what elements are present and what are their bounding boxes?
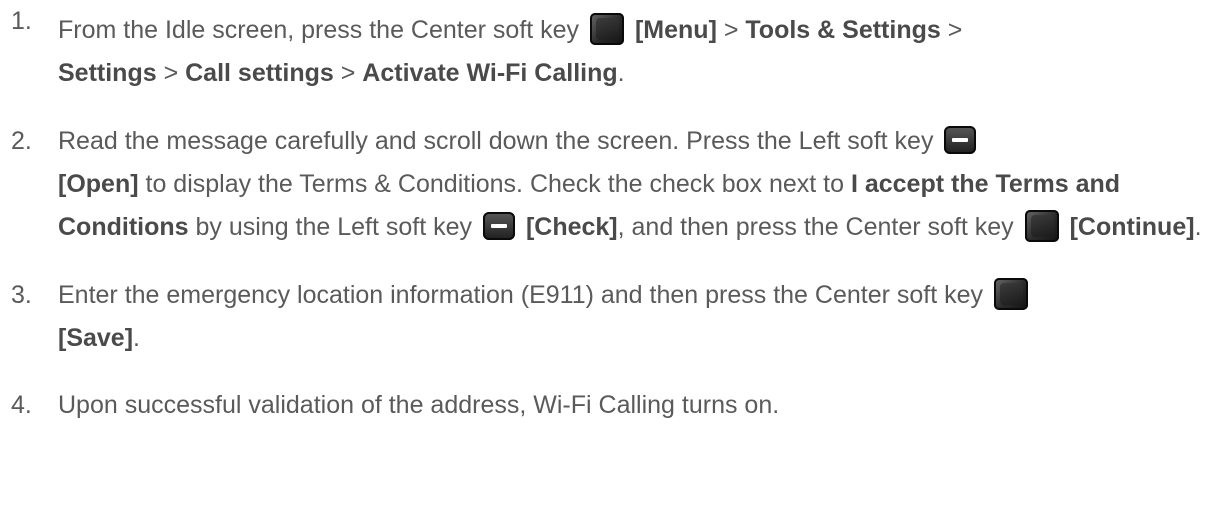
center-soft-key-icon [1024, 210, 1059, 242]
activate-wifi-calling-label: Activate Wi-Fi Calling [362, 59, 618, 87]
tools-settings-label: Tools & Settings [745, 16, 941, 44]
step-text: Upon successful validation of the addres… [58, 391, 780, 419]
period: . [133, 324, 140, 352]
check-key-label: [Check] [525, 213, 618, 241]
step-number: 3. [11, 281, 32, 309]
step-number: 1. [11, 7, 32, 35]
menu-key-label: [Menu] [634, 16, 717, 44]
step-number: 4. [11, 391, 32, 419]
step-text: by using the Left soft key [188, 213, 479, 241]
separator: > [940, 16, 963, 44]
center-soft-key-icon [993, 278, 1028, 310]
call-settings-label: Call settings [185, 59, 334, 87]
left-soft-key-icon [482, 212, 515, 240]
instruction-steps: 1. From the Idle screen, press the Cente… [0, 0, 1210, 427]
step-text: to display the Terms & Conditions. Check… [138, 170, 851, 198]
step-3: 3. Enter the emergency location informat… [0, 274, 1210, 360]
step-text: From the Idle screen, press the Center s… [58, 16, 587, 44]
step-text: Read the message carefully and scroll do… [58, 127, 941, 155]
step-text: , and then press the Center soft key [617, 213, 1021, 241]
period: . [617, 59, 625, 87]
save-key-label: [Save] [58, 324, 134, 352]
continue-key-label: [Continue] [1069, 213, 1195, 241]
step-2: 2. Read the message carefully and scroll… [0, 120, 1210, 249]
step-number: 2. [11, 127, 32, 155]
separator: > [156, 59, 186, 87]
center-soft-key-icon [590, 13, 625, 45]
open-key-label: [Open] [58, 170, 139, 198]
step-4: 4. Upon successful validation of the add… [0, 384, 1210, 427]
period: . [1194, 213, 1202, 241]
separator: > [716, 16, 746, 44]
separator: > [333, 59, 363, 87]
settings-label: Settings [58, 59, 157, 87]
step-1: 1. From the Idle screen, press the Cente… [0, 0, 1210, 95]
step-text: Enter the emergency location information… [58, 281, 990, 309]
left-soft-key-icon [944, 126, 977, 154]
